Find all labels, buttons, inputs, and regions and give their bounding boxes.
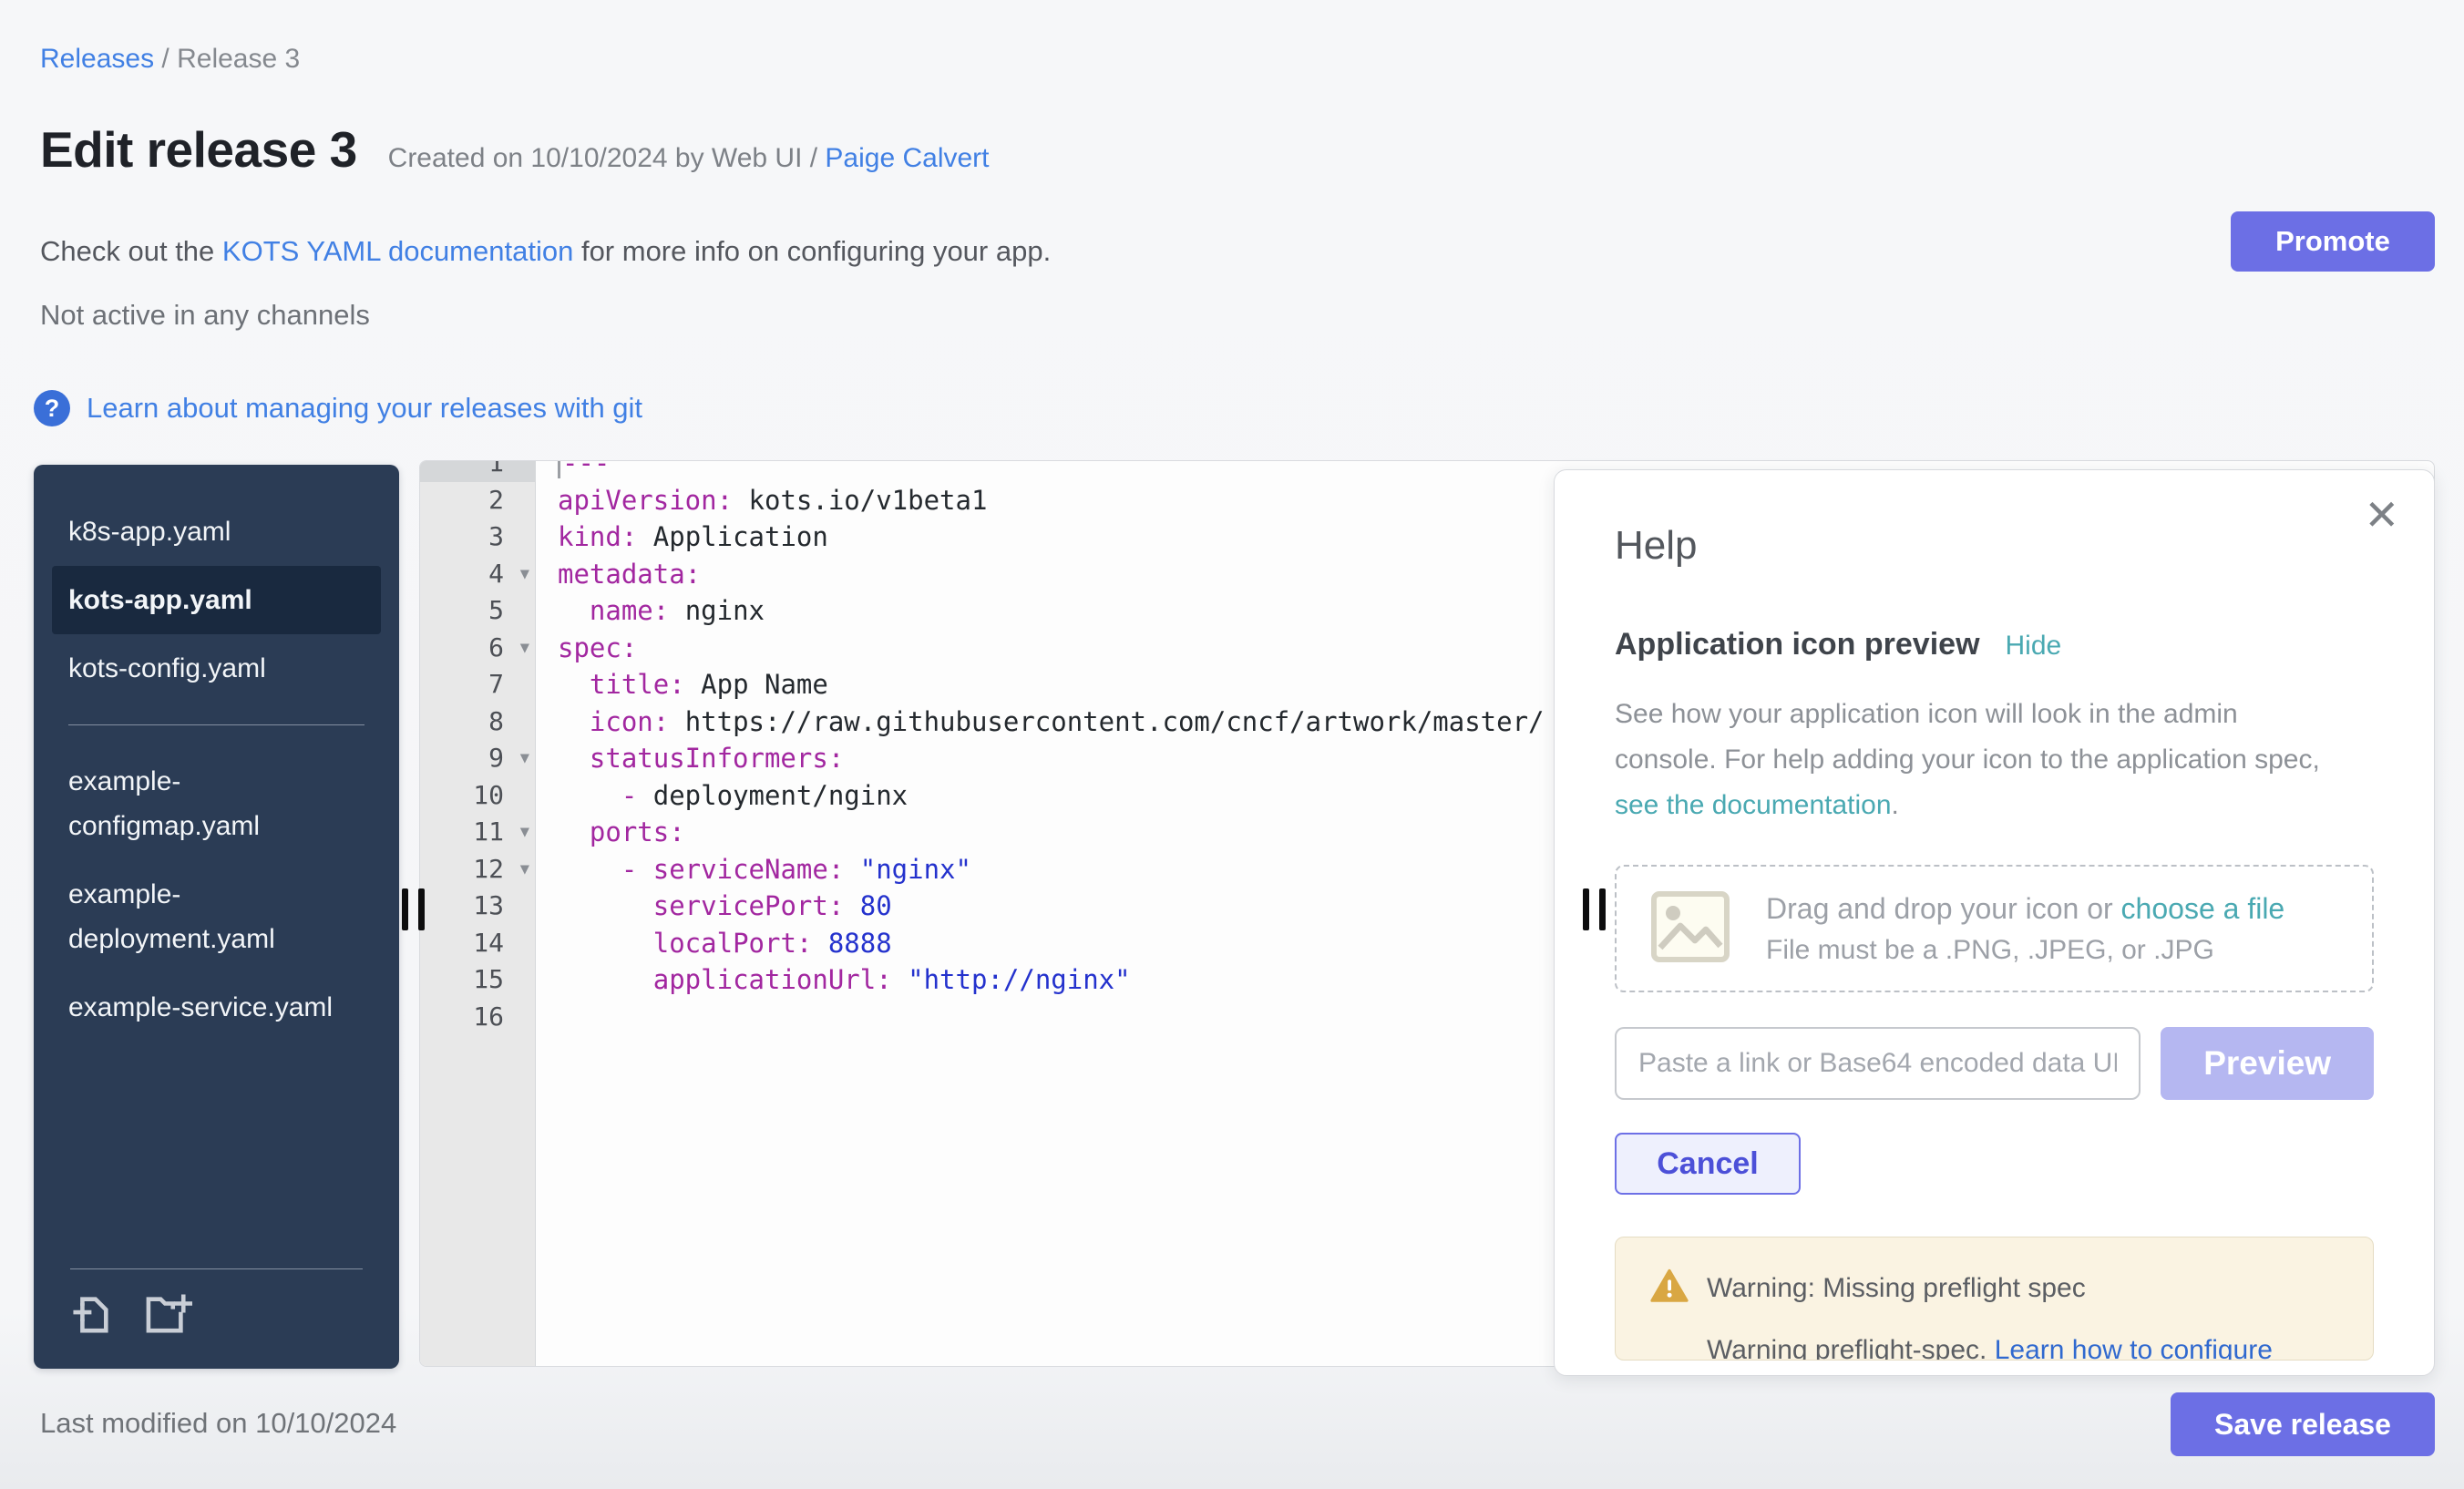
- editor-gutter: 1234▼56▼789▼1011▼12▼13141516: [420, 461, 536, 1366]
- help-panel: ✕ Help Application icon preview Hide See…: [1554, 469, 2435, 1376]
- image-placeholder-icon: [1651, 891, 1730, 967]
- warning-detail: Warning preflight-spec. Learn how to con…: [1650, 1335, 2336, 1361]
- sidebar-resize-handle[interactable]: [402, 888, 425, 930]
- gutter-line-number: 5: [420, 592, 535, 630]
- gutter-line-number: 13: [420, 888, 535, 925]
- gutter-line-number: 4▼: [420, 556, 535, 593]
- fold-caret-icon[interactable]: ▼: [520, 556, 529, 593]
- dropzone-subtext: File must be a .PNG, .JPEG, or .JPG: [1766, 935, 2284, 966]
- file-group-divider: [68, 724, 364, 725]
- gutter-line-number: 2: [420, 482, 535, 519]
- gutter-line-number: 6▼: [420, 630, 535, 667]
- warning-triangle-icon: [1650, 1268, 1689, 1308]
- preview-button[interactable]: Preview: [2161, 1027, 2374, 1100]
- choose-file-link[interactable]: choose a file: [2121, 892, 2285, 925]
- file-item-kots-config-yaml[interactable]: kots-config.yaml: [52, 634, 381, 703]
- icon-url-input[interactable]: [1615, 1027, 2141, 1100]
- close-icon[interactable]: ✕: [2364, 494, 2399, 536]
- gutter-line-number: 14: [420, 925, 535, 962]
- title-row: Edit release 3 Created on 10/10/2024 by …: [40, 120, 990, 179]
- gutter-line-number: 15: [420, 961, 535, 999]
- gutter-line-number: 12▼: [420, 851, 535, 888]
- gutter-line-number: 8: [420, 703, 535, 741]
- file-item-kots-app-yaml[interactable]: kots-app.yaml: [52, 566, 381, 634]
- text-cursor: [558, 461, 560, 478]
- add-folder-icon[interactable]: [143, 1293, 192, 1340]
- gutter-line-number: 9▼: [420, 740, 535, 777]
- gutter-line-number: 16: [420, 999, 535, 1036]
- gutter-line-number: 7: [420, 666, 535, 703]
- gutter-line-number: 11▼: [420, 814, 535, 851]
- file-list: k8s-app.yamlkots-app.yamlkots-config.yam…: [52, 498, 381, 1042]
- dropzone-text: Drag and drop your icon or choose a file: [1766, 892, 2284, 926]
- sidebar-bottom-divider: [70, 1268, 363, 1269]
- fold-caret-icon[interactable]: ▼: [520, 814, 529, 851]
- fold-caret-icon[interactable]: ▼: [520, 851, 529, 888]
- gutter-line-number: 10: [420, 777, 535, 815]
- hide-link[interactable]: Hide: [2006, 631, 2062, 662]
- git-help-row[interactable]: ? Learn about managing your releases wit…: [34, 390, 642, 426]
- add-file-icon[interactable]: [70, 1293, 112, 1340]
- breadcrumb: Releases / Release 3: [40, 44, 300, 75]
- git-help-link[interactable]: Learn about managing your releases with …: [87, 392, 642, 425]
- warning-title: Warning: Missing preflight spec: [1707, 1273, 2086, 1304]
- preflight-warning: Warning: Missing preflight spec Warning …: [1615, 1237, 2374, 1361]
- fold-caret-icon[interactable]: ▼: [520, 740, 529, 777]
- created-info: Created on 10/10/2024 by Web UI / Paige …: [388, 143, 990, 174]
- question-circle-icon: ?: [34, 390, 70, 426]
- icon-preview-description: See how your application icon will look …: [1615, 692, 2335, 828]
- breadcrumb-current: Release 3: [177, 44, 300, 74]
- fold-caret-icon[interactable]: ▼: [520, 630, 529, 667]
- file-sidebar: k8s-app.yamlkots-app.yamlkots-config.yam…: [34, 465, 399, 1369]
- file-item-example-configmap-yaml[interactable]: example-configmap.yaml: [52, 747, 381, 860]
- channel-status: Not active in any channels: [40, 299, 370, 332]
- breadcrumb-separator: /: [161, 44, 177, 74]
- gutter-line-number: 1: [420, 460, 535, 482]
- docs-hint: Check out the KOTS YAML documentation fo…: [40, 235, 1051, 268]
- breadcrumb-releases-link[interactable]: Releases: [40, 44, 154, 74]
- help-title: Help: [1615, 523, 2374, 569]
- see-documentation-link[interactable]: see the documentation: [1615, 790, 1892, 820]
- promote-button[interactable]: Promote: [2231, 211, 2435, 272]
- gutter-line-number: 3: [420, 519, 535, 556]
- page-title: Edit release 3: [40, 120, 357, 179]
- sidebar-bottom: [70, 1268, 363, 1345]
- last-modified: Last modified on 10/10/2024: [40, 1407, 396, 1440]
- save-release-button[interactable]: Save release: [2171, 1392, 2435, 1456]
- learn-how-to-configure-link[interactable]: Learn how to configure: [1995, 1335, 2273, 1361]
- file-item-k8s-app-yaml[interactable]: k8s-app.yaml: [52, 498, 381, 566]
- icon-dropzone[interactable]: Drag and drop your icon or choose a file…: [1615, 865, 2374, 992]
- file-item-example-service-yaml[interactable]: example-service.yaml: [52, 973, 381, 1042]
- cancel-button[interactable]: Cancel: [1615, 1133, 1801, 1195]
- help-panel-resize-handle[interactable]: [1583, 888, 1606, 930]
- kots-yaml-docs-link[interactable]: KOTS YAML documentation: [222, 235, 573, 267]
- icon-preview-title: Application icon preview: [1615, 627, 1980, 662]
- file-item-example-deployment-yaml[interactable]: example-deployment.yaml: [52, 860, 381, 973]
- author-link[interactable]: Paige Calvert: [825, 143, 989, 173]
